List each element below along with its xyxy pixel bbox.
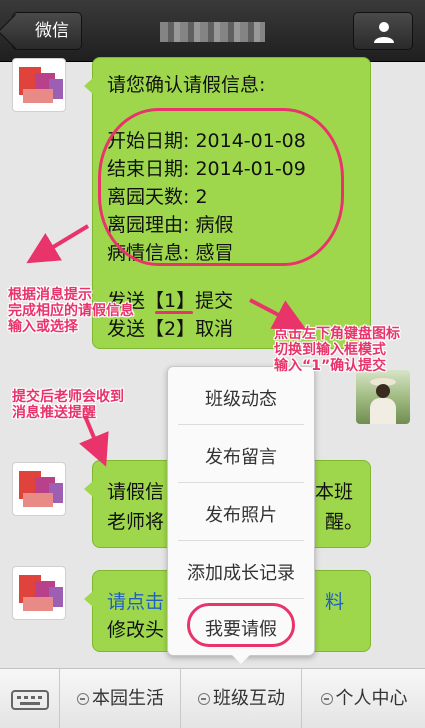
menu-dot-icon bbox=[77, 693, 89, 705]
keyboard-icon bbox=[11, 690, 49, 710]
tab-kindergarten-life[interactable]: 本园生活 bbox=[61, 669, 181, 728]
tab-personal-center[interactable]: 个人中心 bbox=[303, 669, 425, 728]
arrow-left-icon bbox=[26, 224, 307, 467]
keyboard-toggle-button[interactable] bbox=[0, 669, 60, 728]
tab-class-interaction[interactable]: 班级互动 bbox=[182, 669, 302, 728]
menu-dot-icon bbox=[198, 693, 210, 705]
bottom-menu-bar: 本园生活 班级互动 个人中心 bbox=[0, 668, 425, 728]
menu-dot-icon bbox=[320, 693, 333, 705]
